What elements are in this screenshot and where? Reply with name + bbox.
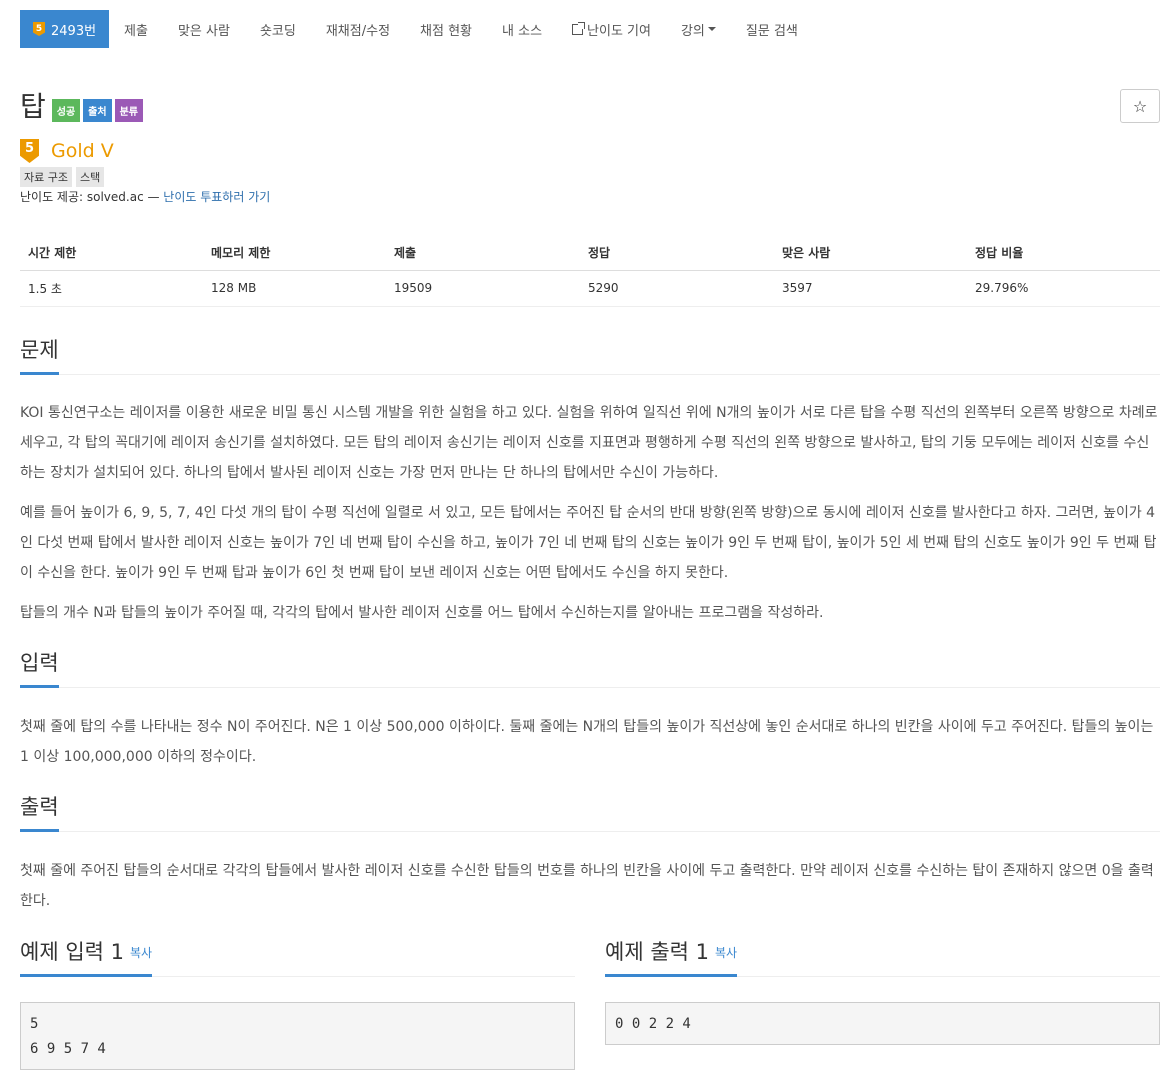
- algorithm-tags: 자료 구조 스택: [20, 167, 108, 187]
- problem-stats-table: 시간 제한 메모리 제한 제출 정답 맞은 사람 정답 비율 1.5 초 128…: [20, 236, 1160, 307]
- sample-output-title-text: 예제 출력 1: [605, 940, 709, 964]
- stats-memory-limit: 128 MB: [203, 270, 386, 307]
- problem-section-header: 문제: [20, 337, 1160, 375]
- stats-ratio: 29.796%: [967, 270, 1160, 307]
- caret-down-icon: [707, 27, 716, 31]
- sample-output-title: 예제 출력 1 복사: [605, 939, 738, 977]
- nav-solvers[interactable]: 맞은 사람: [163, 10, 245, 48]
- page-title: 탑: [20, 90, 46, 123]
- sample-input-header: 예제 입력 1 복사: [20, 939, 575, 977]
- gold-tier-icon: 5: [20, 139, 39, 163]
- sample-output-header: 예제 출력 1 복사: [605, 939, 1160, 977]
- label-category[interactable]: 분류: [114, 99, 143, 122]
- stats-time-limit: 1.5 초: [20, 270, 203, 307]
- label-success[interactable]: 성공: [51, 99, 81, 122]
- stats-header-time-limit: 시간 제한: [20, 236, 203, 271]
- nav-submit[interactable]: 제출: [109, 10, 163, 48]
- stats-header-solvers: 맞은 사람: [774, 236, 967, 271]
- label-source[interactable]: 출처: [83, 99, 112, 122]
- output-section-title: 출력: [20, 794, 59, 832]
- problem-description-3: 탑들의 개수 N과 탑들의 높이가 주어질 때, 각각의 탑에서 발사한 레이저…: [20, 605, 824, 621]
- table-row: 1.5 초 128 MB 19509 5290 3597 29.796%: [20, 270, 1160, 307]
- nav-status[interactable]: 채점 현황: [405, 10, 487, 48]
- stats-solvers: 3597: [774, 270, 967, 307]
- nav-question-search[interactable]: 질문 검색: [731, 10, 813, 48]
- tag-stack[interactable]: 스택: [75, 167, 105, 187]
- tier-row: 5 Gold V: [20, 139, 114, 163]
- nav-lecture-dropdown[interactable]: 강의: [666, 10, 731, 48]
- external-link-icon: [572, 21, 586, 35]
- nav-shortcoding[interactable]: 숏코딩: [245, 10, 311, 48]
- favorite-star-button[interactable]: ☆: [1120, 89, 1160, 123]
- problem-section-title: 문제: [20, 337, 59, 375]
- nav-lecture-label: 강의: [680, 23, 705, 39]
- copy-sample-output-button[interactable]: 복사: [715, 946, 737, 960]
- tier-icon: 5: [33, 22, 45, 36]
- credit-prefix: 난이도 제공: solved.ac —: [20, 190, 164, 204]
- stats-accepted: 5290: [580, 270, 774, 307]
- tag-data-structure[interactable]: 자료 구조: [20, 167, 72, 187]
- tier-label: Gold V: [51, 140, 114, 162]
- difficulty-credit: 난이도 제공: solved.ac — 난이도 투표하러 가기: [20, 188, 270, 205]
- stats-submissions: 19509: [386, 270, 580, 307]
- sample-input-title-text: 예제 입력 1: [20, 940, 124, 964]
- problem-title-row: 탑 성공 출처 분류: [20, 90, 146, 124]
- nav-problem-tab[interactable]: 5 2493번: [20, 10, 110, 48]
- sample-input-box[interactable]: 5 6 9 5 7 4: [20, 1002, 575, 1070]
- nav-rejudge[interactable]: 재채점/수정: [311, 10, 405, 48]
- sample-input-title: 예제 입력 1 복사: [20, 939, 153, 977]
- copy-sample-input-button[interactable]: 복사: [130, 946, 152, 960]
- problem-description-1: KOI 통신연구소는 레이저를 이용한 새로운 비밀 통신 시스템 개발을 위한…: [20, 405, 1158, 481]
- nav-difficulty-contribute[interactable]: 난이도 기여: [557, 10, 666, 48]
- vote-difficulty-link[interactable]: 난이도 투표하러 가기: [163, 190, 270, 204]
- stats-header-memory-limit: 메모리 제한: [203, 236, 386, 271]
- star-icon: ☆: [1132, 96, 1148, 116]
- stats-header-submissions: 제출: [386, 236, 580, 271]
- sample-output-box[interactable]: 0 0 2 2 4: [605, 1002, 1160, 1045]
- output-section-header: 출력: [20, 794, 1160, 832]
- input-description: 첫째 줄에 탑의 수를 나타내는 정수 N이 주어진다. N은 1 이상 500…: [20, 719, 1154, 765]
- nav-problem-id: 2493번: [51, 23, 97, 39]
- nav-my-source[interactable]: 내 소스: [487, 10, 557, 48]
- stats-header-accepted: 정답: [580, 236, 774, 271]
- problem-nav: 5 2493번 제출 맞은 사람 숏코딩 재채점/수정 채점 현황 내 소스 난…: [20, 10, 813, 48]
- output-description: 첫째 줄에 주어진 탑들의 순서대로 각각의 탑들에서 발사한 레이저 신호를 …: [20, 863, 1154, 909]
- nav-difficulty-label: 난이도 기여: [587, 23, 651, 39]
- input-section-title: 입력: [20, 650, 59, 688]
- problem-description-2: 예를 들어 높이가 6, 9, 5, 7, 4인 다섯 개의 탑이 수평 직선에…: [20, 505, 1157, 581]
- input-section-header: 입력: [20, 650, 1160, 688]
- stats-header-ratio: 정답 비율: [967, 236, 1160, 271]
